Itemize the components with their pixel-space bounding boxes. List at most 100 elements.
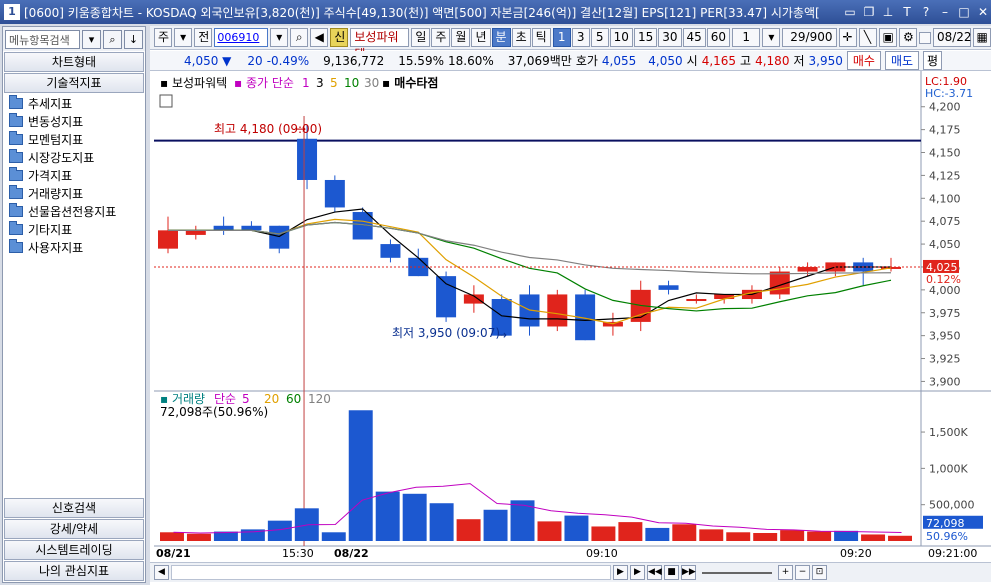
volume-bar <box>645 527 670 541</box>
crosshair-icon[interactable]: ✛ <box>838 28 857 47</box>
chevron-down-icon[interactable]: ▾ <box>762 28 781 47</box>
chevron-down-icon[interactable]: ▾ <box>174 28 193 47</box>
bottom-section-button[interactable]: 시스템트레이딩 <box>4 540 144 560</box>
y-tick-label: 4,100 <box>929 192 961 205</box>
indicator-folder[interactable]: 기타지표 <box>3 220 145 238</box>
candle <box>213 225 234 231</box>
zoom-fit-icon[interactable]: ⊡ <box>812 565 827 580</box>
period-tab[interactable]: 분 <box>491 28 511 47</box>
new-badge: 신 <box>330 28 349 47</box>
help-icon[interactable]: ? <box>918 4 934 20</box>
candle <box>158 230 178 249</box>
candlestick-chart[interactable]: ▪ 보성파워텍 ▪ 종가 단순 1 3 5 10 30 ▪ 매수타점4,2004,1754,1… <box>154 71 991 561</box>
volume-bar <box>456 519 481 541</box>
rewind-icon[interactable]: ◀◀ <box>647 565 662 580</box>
x-tick-label: 08/22 <box>334 547 369 560</box>
volume-label: ▪ 거래량 <box>160 392 205 406</box>
interval-tab[interactable]: 15 <box>633 28 658 47</box>
indicator-folder[interactable]: 시장강도지표 <box>3 148 145 166</box>
trendline-icon[interactable]: ╲ <box>858 28 877 47</box>
date-checkbox[interactable] <box>918 31 931 44</box>
candle-count[interactable]: 29/900 <box>782 28 837 47</box>
interval-tab[interactable]: 30 <box>658 28 682 47</box>
bottom-sections: 신호검색 강세/약세 시스템트레이딩 나의 관심지표 <box>3 497 145 582</box>
search-icon[interactable]: ⌕ <box>290 28 309 47</box>
chart-scrollbar[interactable]: ◀ ▶ ▶ ◀◀ ■ ▶▶ + − ⊡ <box>150 562 991 582</box>
layout-icon[interactable]: ▭ <box>842 4 858 20</box>
low-arrow-icon: → <box>497 328 507 342</box>
change-pct: -0.49% <box>266 53 310 68</box>
quote-bar: 4,050 ▼ 20 -0.49% 9,136,772 15.59% 18.60… <box>150 51 991 71</box>
interval-tab[interactable]: 45 <box>682 28 706 47</box>
indicator-folder[interactable]: 모멘텀지표 <box>3 130 145 148</box>
candle <box>241 225 262 231</box>
scroll-track[interactable] <box>171 565 611 580</box>
chart-type-button[interactable]: 차트형태 <box>4 52 144 72</box>
volume-bar <box>483 509 508 541</box>
interval-tab[interactable]: 10 <box>609 28 633 47</box>
y-tick-label: 3,975 <box>929 307 961 320</box>
eval-button[interactable]: 평 <box>923 51 943 70</box>
ma-period: 5 <box>330 76 338 90</box>
indicator-folder[interactable]: 선물옵션전용지표 <box>3 202 145 220</box>
code-dropdown-icon[interactable]: ▾ <box>270 28 289 47</box>
title-bar: 1 [0600] 키움종합차트 - KOSDAQ 외국인보유[3,820(천)]… <box>0 0 991 24</box>
bottom-section-button[interactable]: 나의 관심지표 <box>4 561 144 581</box>
stock-code-input[interactable]: 006910 <box>214 28 269 47</box>
volume-bar <box>753 533 778 541</box>
candle <box>297 138 318 180</box>
buy-button[interactable]: 매수 <box>846 51 881 70</box>
volume-bar <box>807 531 832 541</box>
sound-icon[interactable]: ◀ <box>310 28 329 47</box>
period-tab[interactable]: 월 <box>451 28 471 47</box>
zoom-out-icon[interactable]: − <box>795 565 810 580</box>
period-tab[interactable]: 주 <box>431 28 451 47</box>
interval-tab[interactable]: 1 <box>552 28 571 47</box>
volume-tick-label: 1,500K <box>929 426 968 439</box>
zoom-in-icon[interactable]: + <box>778 565 793 580</box>
bottom-section-button[interactable]: 강세/약세 <box>4 519 144 539</box>
search-icon[interactable]: ⌕ <box>103 29 122 49</box>
date-input[interactable]: 08/22 <box>932 28 972 47</box>
scroll-right-icon[interactable]: ▶ <box>613 565 628 580</box>
maximize-icon[interactable]: □ <box>956 4 972 20</box>
minimize-icon[interactable]: – <box>937 4 953 20</box>
open-label: 시 <box>686 54 698 68</box>
period-tab[interactable]: 년 <box>471 28 491 47</box>
save-icon[interactable]: ▣ <box>878 28 897 47</box>
signal-label: ▪ 매수타점 <box>382 75 438 90</box>
close-icon[interactable]: ✕ <box>975 4 991 20</box>
interval-tab[interactable]: 60 <box>706 28 731 47</box>
scroll-left-icon[interactable]: ◀ <box>154 565 169 580</box>
technical-indicator-button[interactable]: 기술적지표 <box>4 73 144 93</box>
indicator-folder[interactable]: 추세지표 <box>3 94 145 112</box>
stop-icon[interactable]: ■ <box>664 565 679 580</box>
indicator-folder-label: 변동성지표 <box>28 114 84 129</box>
indicator-folder[interactable]: 가격지표 <box>3 166 145 184</box>
indicator-folder[interactable]: 사용자지표 <box>3 238 145 256</box>
restore-icon[interactable]: ❐ <box>861 4 877 20</box>
indicator-folder[interactable]: 거래량지표 <box>3 184 145 202</box>
interval-tab[interactable]: 5 <box>590 28 609 47</box>
interval-tab[interactable]: 3 <box>571 28 590 47</box>
font-size-icon[interactable]: T <box>899 4 915 20</box>
bottom-section-button[interactable]: 신호검색 <box>4 498 144 518</box>
download-icon[interactable]: ↓ <box>124 29 143 49</box>
play-icon[interactable]: ▶ <box>630 565 645 580</box>
menu-search-input[interactable]: 메뉴항목검색 <box>5 29 80 49</box>
indicator-folder[interactable]: 변동성지표 <box>3 112 145 130</box>
period-type-selector[interactable]: 주 <box>154 28 173 47</box>
multiplier-input[interactable]: 1 <box>732 28 761 47</box>
pin-icon[interactable]: ⊥ <box>880 4 896 20</box>
prev-button[interactable]: 전 <box>194 28 213 47</box>
sell-button[interactable]: 매도 <box>884 51 920 70</box>
gear-icon[interactable]: ⚙ <box>898 28 917 47</box>
dropdown-icon[interactable]: ▾ <box>82 29 101 49</box>
period-tab[interactable]: 초 <box>511 28 531 47</box>
period-tab[interactable]: 일 <box>411 28 431 47</box>
fast-forward-icon[interactable]: ▶▶ <box>681 565 696 580</box>
calendar-icon[interactable]: ▦ <box>972 28 991 47</box>
speed-slider[interactable] <box>702 571 772 574</box>
period-tab[interactable]: 틱 <box>531 28 551 47</box>
current-price: 4,050 ▼ <box>184 53 232 68</box>
